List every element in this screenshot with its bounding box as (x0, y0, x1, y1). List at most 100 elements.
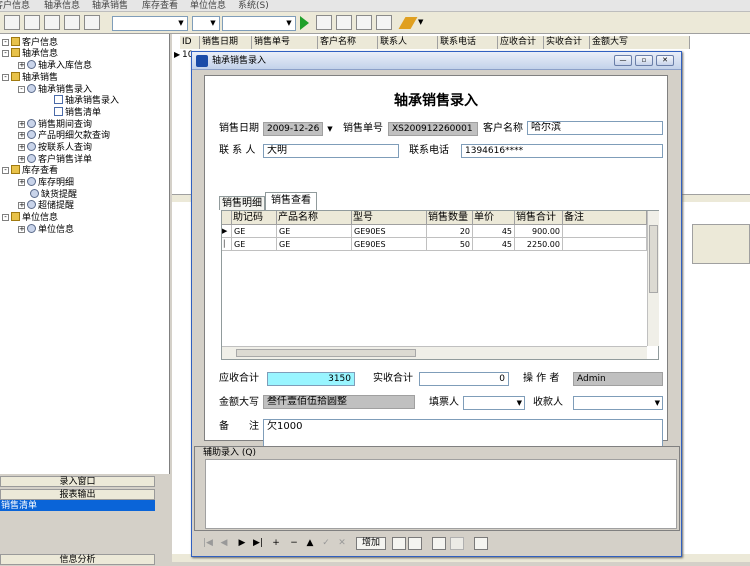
toolbar-tool-icon[interactable] (4, 15, 20, 30)
toolbar-grid-icon[interactable] (44, 15, 60, 30)
expander-icon[interactable]: - (18, 86, 25, 93)
toolbar-refresh-icon[interactable] (376, 15, 392, 30)
received-field[interactable]: 0 (419, 372, 509, 386)
column-header[interactable]: 联系电话 (438, 36, 498, 49)
export-icon[interactable] (450, 537, 464, 550)
prev-record-icon[interactable]: ◀ (218, 537, 230, 549)
toolbar-combo-1[interactable]: ▼ (112, 16, 188, 31)
tree-node[interactable]: - 库存查看 (2, 165, 58, 177)
table-cell[interactable]: GE (232, 225, 277, 238)
maximize-icon[interactable]: ▫ (635, 55, 653, 66)
menu-system[interactable]: 系统(S) (238, 0, 269, 12)
toolbar-window-icon[interactable] (24, 15, 40, 30)
insert-record-icon[interactable]: + (270, 537, 282, 549)
sale-date-field[interactable]: 2009-12-26 (263, 122, 323, 136)
scrollbar-thumb[interactable] (649, 225, 658, 293)
expander-icon[interactable]: + (18, 156, 25, 163)
expander-icon[interactable]: + (18, 226, 25, 233)
tree-node[interactable]: + 库存明细 (18, 177, 74, 189)
menu-bearing-info[interactable]: 轴承信息 (44, 0, 80, 12)
filler-select[interactable]: ▼ (463, 396, 525, 410)
sale-no-field[interactable]: XS200912260001 (388, 122, 478, 136)
column-header[interactable]: 型号 (352, 211, 427, 225)
column-header[interactable]: 金额大写 (590, 36, 690, 49)
expander-icon[interactable]: + (18, 121, 25, 128)
column-header[interactable]: 应收合计 (498, 36, 544, 49)
operator-field[interactable]: Admin (573, 372, 663, 386)
next-record-icon[interactable]: ▶ (236, 537, 248, 549)
minimize-icon[interactable]: — (614, 55, 632, 66)
search-icon[interactable] (432, 537, 446, 550)
table-cell[interactable]: GE90ES (352, 225, 427, 238)
tree-node[interactable]: - 轴承信息 (2, 48, 58, 60)
delete-record-icon[interactable]: − (288, 537, 300, 549)
tree-node[interactable]: + 产品明细欠款查询 (18, 130, 110, 142)
table-cell[interactable]: 45 (473, 225, 515, 238)
table-cell[interactable]: 20 (427, 225, 473, 238)
phone-field[interactable]: 1394616**** (461, 144, 663, 158)
vertical-scrollbar[interactable] (647, 211, 659, 346)
run-icon[interactable] (300, 16, 309, 30)
expander-icon[interactable]: + (18, 144, 25, 151)
entry-window-button[interactable]: 录入窗口 (0, 476, 155, 487)
receivable-field[interactable]: 3150 (267, 372, 355, 386)
toolbar-image-icon[interactable] (64, 15, 80, 30)
scrollbar-thumb[interactable] (236, 349, 416, 357)
menu-bearing-sales[interactable]: 轴承销售 (92, 0, 128, 12)
toolbar-screen-icon[interactable] (84, 15, 100, 30)
toolbar-user-icon[interactable] (316, 15, 332, 30)
column-header[interactable]: 销售日期 (200, 36, 252, 49)
menu-inventory[interactable]: 库存查看 (142, 0, 178, 12)
tree-node[interactable]: 轴承销售录入 (54, 95, 119, 107)
toolbar-user-search-icon[interactable] (336, 15, 352, 30)
table-cell[interactable]: 900.00 (515, 225, 563, 238)
column-header[interactable]: 备注 (563, 211, 647, 225)
table-cell[interactable]: GE90ES (352, 238, 427, 251)
table-cell[interactable]: GE (277, 238, 352, 251)
pencil-icon[interactable] (398, 17, 418, 29)
table-cell[interactable]: GE (232, 238, 277, 251)
customer-field[interactable]: 哈尔滨 (527, 121, 663, 135)
column-header[interactable]: 客户名称 (318, 36, 378, 49)
tree-node[interactable]: + 单位信息 (18, 224, 74, 236)
column-header[interactable]: 助记码 (232, 211, 277, 225)
tab-sales-view[interactable]: 销售查看 (265, 192, 317, 210)
column-header[interactable]: ID (180, 36, 200, 49)
column-header[interactable]: 销售合计 (515, 211, 563, 225)
print-icon[interactable] (392, 537, 406, 550)
menu-unit-info[interactable]: 单位信息 (190, 0, 226, 12)
first-record-icon[interactable]: |◀ (202, 537, 214, 549)
tree-node[interactable]: - 轴承销售 (2, 72, 58, 84)
table-cell[interactable] (563, 225, 647, 238)
column-header[interactable]: 产品名称 (277, 211, 352, 225)
tree-node[interactable]: + 超储提醒 (18, 200, 74, 212)
cancel-record-icon[interactable]: ✕ (336, 537, 348, 549)
date-dropdown-icon[interactable]: ▼ (323, 122, 337, 136)
table-cell[interactable] (563, 238, 647, 251)
sales-list-item[interactable]: 销售清单 (0, 500, 155, 511)
amount-words-field[interactable]: 叁仟壹佰伍拾圆整 (263, 395, 415, 409)
expander-icon[interactable]: + (18, 202, 25, 209)
last-record-icon[interactable]: ▶| (252, 537, 264, 549)
toolbar-combo-3[interactable]: ▼ (222, 16, 296, 31)
tree-node[interactable]: + 按联系人查询 (18, 142, 92, 154)
toolbar-combo-2[interactable]: ▼ (192, 16, 220, 31)
aux-input-area[interactable] (205, 459, 677, 529)
column-header[interactable]: 销售数量 (427, 211, 473, 225)
expander-icon[interactable]: + (18, 62, 25, 69)
close-icon[interactable]: ✕ (656, 55, 674, 66)
horizontal-scrollbar[interactable] (222, 346, 647, 359)
expander-icon[interactable]: - (2, 39, 9, 46)
table-cell[interactable]: 45 (473, 238, 515, 251)
expander-icon[interactable]: + (18, 179, 25, 186)
table-cell[interactable]: GE (277, 225, 352, 238)
column-header[interactable]: 单价 (473, 211, 515, 225)
tree-node[interactable]: 销售清单 (54, 107, 101, 119)
tree-node[interactable]: - 单位信息 (2, 212, 58, 224)
expander-icon[interactable]: - (2, 214, 9, 221)
expander-icon[interactable]: - (2, 50, 9, 57)
report-output-button[interactable]: 报表输出 (0, 489, 155, 500)
add-button[interactable]: 增加 (356, 537, 386, 550)
edit-record-icon[interactable]: ▲ (304, 537, 316, 549)
table-cell[interactable]: 2250.00 (515, 238, 563, 251)
